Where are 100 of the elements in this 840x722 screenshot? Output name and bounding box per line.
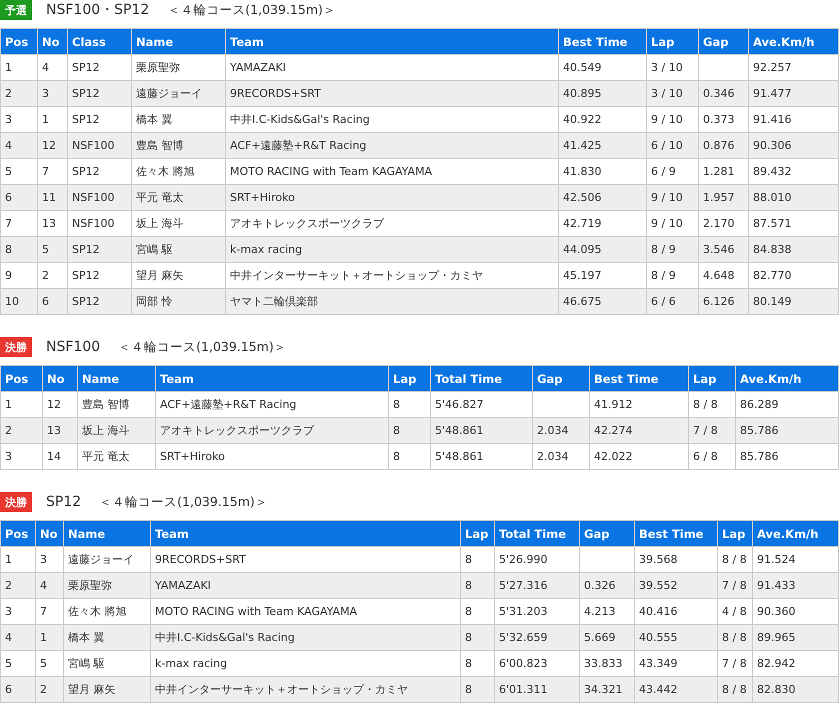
table-cell: 2.034 — [532, 444, 590, 470]
table-cell: ACF+遠藤塾+R&T Racing — [226, 132, 558, 158]
table-cell: 13 — [42, 418, 78, 444]
table-cell: 栗原聖弥 — [64, 572, 150, 598]
table-cell: 40.895 — [558, 80, 646, 106]
table-cell: 10 — [0, 288, 38, 314]
table-cell: 42.022 — [590, 444, 688, 470]
column-header: Lap — [388, 366, 430, 392]
table-cell: 8 — [388, 418, 430, 444]
column-header: Pos — [0, 520, 36, 546]
table-cell: 91.433 — [752, 572, 838, 598]
table-cell: 41.425 — [558, 132, 646, 158]
table-cell: 34.321 — [580, 676, 634, 702]
table-cell: 44.095 — [558, 236, 646, 262]
column-header: Team — [156, 366, 388, 392]
column-header: No — [38, 28, 68, 54]
table-cell: 8 — [460, 624, 494, 650]
table-cell: 91.477 — [748, 80, 838, 106]
table-cell: 2 — [0, 80, 38, 106]
table-cell: ヤマト二輪倶楽部 — [226, 288, 558, 314]
column-header: Best Time — [634, 520, 718, 546]
section-title: NSF100 — [46, 339, 100, 355]
table-cell: 4 — [36, 572, 64, 598]
column-header: Lap — [688, 366, 736, 392]
column-header: Lap — [460, 520, 494, 546]
column-header: No — [42, 366, 78, 392]
table-cell: 8 / 8 — [718, 676, 752, 702]
table-cell: 6 — [0, 184, 38, 210]
table-cell: 6 / 6 — [646, 288, 698, 314]
table-cell: 40.555 — [634, 624, 718, 650]
column-header: Team — [150, 520, 460, 546]
table-cell: k-max racing — [226, 236, 558, 262]
round-badge: 予選 — [0, 0, 32, 20]
table-cell: アオキトレックスポーツクラブ — [156, 418, 388, 444]
table-cell: 39.552 — [634, 572, 718, 598]
table-cell: 6 / 8 — [688, 444, 736, 470]
table-cell: 8 / 8 — [718, 624, 752, 650]
table-cell: 7 / 8 — [688, 418, 736, 444]
table-cell: SP12 — [68, 80, 132, 106]
round-badge: 決勝 — [0, 337, 32, 357]
column-header: Gap — [698, 28, 748, 54]
table-cell: SRT+Hiroko — [156, 444, 388, 470]
column-header: Pos — [0, 28, 38, 54]
table-cell: 14 — [42, 444, 78, 470]
table-cell: 8 — [388, 444, 430, 470]
table-cell: 42.274 — [590, 418, 688, 444]
round-badge: 決勝 — [0, 492, 32, 512]
table-cell: 6 — [38, 288, 68, 314]
table-cell: 岡部 怜 — [132, 288, 226, 314]
table-cell: 5.669 — [580, 624, 634, 650]
table-cell: 3 / 10 — [646, 80, 698, 106]
column-header: Ave.Km/h — [736, 366, 838, 392]
table-cell: 3 — [0, 444, 42, 470]
table-cell: 6.126 — [698, 288, 748, 314]
table-cell: YAMAZAKI — [150, 572, 460, 598]
column-header: Total Time — [430, 366, 532, 392]
table-cell: 42.506 — [558, 184, 646, 210]
column-header: Name — [64, 520, 150, 546]
table-cell: 8 — [460, 572, 494, 598]
table-cell: 2 — [0, 572, 36, 598]
table-cell: 5'32.659 — [494, 624, 580, 650]
table-cell: 84.838 — [748, 236, 838, 262]
column-header: No — [36, 520, 64, 546]
table-cell: 11 — [38, 184, 68, 210]
table-cell: 89.965 — [752, 624, 838, 650]
table-cell: SP12 — [68, 288, 132, 314]
column-header: Total Time — [494, 520, 580, 546]
table-cell: 3.546 — [698, 236, 748, 262]
column-header: Class — [68, 28, 132, 54]
table-cell: 82.830 — [752, 676, 838, 702]
table-cell: 中井インターサーキット＋オートショップ・カミヤ — [150, 676, 460, 702]
table-cell: 坂上 海斗 — [78, 418, 156, 444]
table-cell: 0.876 — [698, 132, 748, 158]
course-label: ＜４輪コース(1,039.15m)＞ — [99, 494, 268, 510]
table-cell: 5'27.316 — [494, 572, 580, 598]
table-cell: NSF100 — [68, 184, 132, 210]
table-cell: SP12 — [68, 236, 132, 262]
table-cell: 8 — [460, 676, 494, 702]
table-cell: 3 — [38, 80, 68, 106]
table-cell: 85.786 — [736, 418, 838, 444]
table-cell: 豊島 智博 — [132, 132, 226, 158]
table-cell: 9 / 10 — [646, 184, 698, 210]
table-cell: 0.346 — [698, 80, 748, 106]
table-cell: SRT+Hiroko — [226, 184, 558, 210]
table-cell: 9RECORDS+SRT — [226, 80, 558, 106]
table-cell: 遠藤ジョーイ — [132, 80, 226, 106]
table-cell: 1.957 — [698, 184, 748, 210]
table-cell: 88.010 — [748, 184, 838, 210]
column-header: Gap — [580, 520, 634, 546]
column-header: Name — [132, 28, 226, 54]
table-cell: 8 — [0, 236, 38, 262]
table-cell: 46.675 — [558, 288, 646, 314]
table-cell: 宮嶋 駆 — [132, 236, 226, 262]
table-cell: 中井I.C-Kids&Gal's Racing — [150, 624, 460, 650]
column-header: Ave.Km/h — [752, 520, 838, 546]
column-header: Gap — [532, 366, 590, 392]
table-cell: 12 — [38, 132, 68, 158]
table-cell: 2.034 — [532, 418, 590, 444]
table-cell: 6 — [0, 676, 36, 702]
course-label: ＜４輪コース(1,039.15m)＞ — [167, 2, 336, 18]
